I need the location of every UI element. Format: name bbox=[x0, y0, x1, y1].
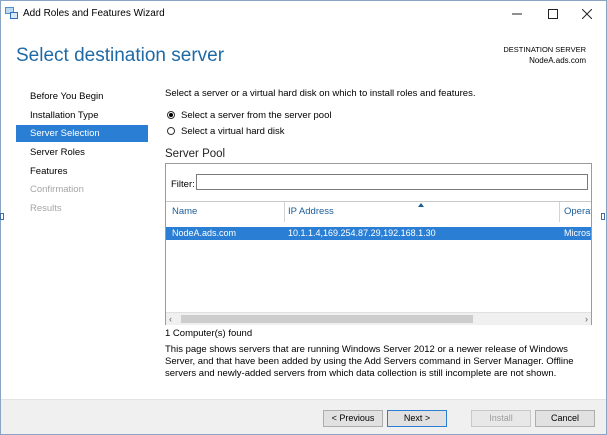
horizontal-scrollbar[interactable]: ‹ › bbox=[166, 312, 591, 325]
radio-virtual-hard-disk[interactable]: Select a virtual hard disk bbox=[167, 124, 285, 138]
nav-item-results: Results bbox=[30, 203, 62, 214]
column-header-name[interactable]: Name bbox=[172, 202, 197, 222]
computers-found-text: 1 Computer(s) found bbox=[165, 328, 253, 339]
server-pool-panel: Filter: Name IP Address Operati NodeA.ad… bbox=[165, 163, 592, 325]
minimize-button[interactable] bbox=[501, 1, 533, 27]
title-bar[interactable]: Add Roles and Features Wizard bbox=[1, 1, 606, 27]
window-title: Add Roles and Features Wizard bbox=[23, 8, 165, 19]
column-header-operating-system[interactable]: Operati bbox=[564, 202, 591, 222]
table-row[interactable]: NodeA.ads.com 10.1.1.4,169.254.87.29,192… bbox=[166, 227, 591, 240]
wizard-header: Select destination server DESTINATION SE… bbox=[1, 27, 606, 85]
scroll-left-icon[interactable]: ‹ bbox=[169, 313, 172, 325]
page-title: Select destination server bbox=[16, 45, 225, 66]
radio-dot bbox=[169, 113, 173, 117]
filter-label: Filter: bbox=[171, 179, 195, 190]
nav-item-before-you-begin[interactable]: Before You Begin bbox=[16, 88, 148, 105]
cell-operating-system: Microsc bbox=[564, 228, 591, 238]
destination-server-value: NodeA.ads.com bbox=[529, 56, 586, 65]
close-button[interactable] bbox=[571, 1, 603, 27]
server-pool-title: Server Pool bbox=[165, 148, 226, 160]
nav-item-installation-type[interactable]: Installation Type bbox=[16, 107, 148, 124]
radio-button-selected[interactable] bbox=[167, 111, 175, 119]
close-icon bbox=[582, 9, 592, 19]
radio-server-pool[interactable]: Select a server from the server pool bbox=[167, 108, 331, 122]
server-manager-icon bbox=[5, 7, 18, 19]
radio-server-pool-label: Select a server from the server pool bbox=[181, 109, 332, 121]
maximize-icon bbox=[548, 9, 558, 19]
install-button: Install bbox=[471, 410, 531, 427]
cancel-button[interactable]: Cancel bbox=[535, 410, 595, 427]
resize-handle-right[interactable] bbox=[601, 213, 605, 220]
sort-ascending-icon bbox=[418, 203, 424, 207]
resize-handle-left[interactable] bbox=[0, 213, 4, 220]
wizard-footer: < Previous Next > Install Cancel bbox=[1, 399, 606, 434]
column-divider[interactable] bbox=[284, 202, 285, 222]
minimize-icon bbox=[512, 13, 522, 15]
server-grid: Name IP Address Operati NodeA.ads.com 10… bbox=[166, 201, 591, 313]
maximize-button[interactable] bbox=[537, 1, 569, 27]
nav-item-confirmation: Confirmation bbox=[30, 184, 84, 195]
previous-button[interactable]: < Previous bbox=[323, 410, 383, 427]
cell-ip-address: 10.1.1.4,169.254.87.29,192.168.1.30 bbox=[288, 228, 436, 238]
nav-item-server-selection[interactable]: Server Selection bbox=[16, 125, 148, 142]
column-header-ip-address[interactable]: IP Address bbox=[288, 202, 334, 222]
radio-button-unselected[interactable] bbox=[167, 127, 175, 135]
filter-input[interactable] bbox=[196, 174, 588, 190]
next-button[interactable]: Next > bbox=[387, 410, 447, 427]
nav-item-server-roles[interactable]: Server Roles bbox=[16, 144, 148, 161]
column-divider[interactable] bbox=[559, 202, 560, 222]
scroll-right-icon[interactable]: › bbox=[585, 313, 588, 325]
wizard-window: Add Roles and Features Wizard Select des… bbox=[0, 0, 607, 435]
radio-virtual-hard-disk-label: Select a virtual hard disk bbox=[181, 125, 285, 137]
nav-item-features[interactable]: Features bbox=[16, 163, 148, 180]
instruction-text: Select a server or a virtual hard disk o… bbox=[165, 88, 476, 99]
cell-name: NodeA.ads.com bbox=[172, 228, 237, 238]
wizard-content: Select a server or a virtual hard disk o… bbox=[165, 85, 605, 395]
destination-server-label: DESTINATION SERVER bbox=[503, 45, 586, 54]
description-text: This page shows servers that are running… bbox=[165, 344, 574, 379]
scrollbar-thumb[interactable] bbox=[181, 315, 473, 323]
